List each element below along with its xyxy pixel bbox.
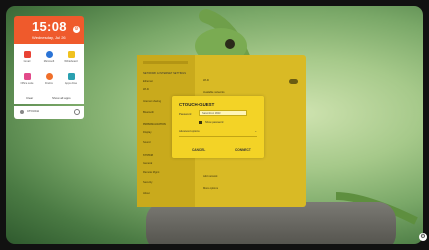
app-drive[interactable]: Apps drive <box>61 73 81 85</box>
microsoft-icon <box>45 51 53 58</box>
app-microsoft[interactable]: Microsoft <box>39 51 59 63</box>
sidebar-item-sound[interactable]: Sound <box>143 141 151 144</box>
dialog-title: CTOUCH-GUEST <box>179 102 215 107</box>
sidebar-item-display[interactable]: Display <box>143 131 152 134</box>
row-wifi: Wi-Fi <box>203 79 210 82</box>
advanced-options[interactable]: Advanced options <box>179 130 200 133</box>
app-label: Office suite <box>20 82 34 85</box>
user-card[interactable]: CTOUCH <box>14 106 84 119</box>
cancel-button[interactable]: CANCEL <box>192 148 205 152</box>
clock-date: Wednesday, Jul 26 <box>32 35 66 40</box>
settings-corner-icon[interactable]: ⚙ <box>419 233 427 241</box>
app-grid: Gmail Microsoft Whiteboard Office suite … <box>14 44 84 104</box>
sidebar-item-bluetooth[interactable]: Bluetooth <box>143 111 154 114</box>
app-label: Whiteboard <box>64 60 78 63</box>
whiteboard-icon <box>67 51 75 58</box>
settings-title: NETWORK & INTERNET SETTINGS <box>143 72 187 75</box>
section-personal: PERSONALIZATION <box>143 123 166 126</box>
firefox-icon <box>45 73 53 80</box>
app-office[interactable]: Office suite <box>17 73 37 85</box>
sidebar-item-wifi[interactable]: Wi-Fi <box>143 88 149 91</box>
wifi-password-dialog: CTOUCH-GUEST Password Saturnbo1 1823 Sho… <box>172 96 264 158</box>
section-system: SYSTEM <box>143 154 153 157</box>
app-label: Microsoft <box>43 60 55 63</box>
row-networks: Available networks <box>203 91 225 94</box>
connect-button[interactable]: CONNECT <box>235 148 251 152</box>
divider <box>179 136 257 137</box>
password-input[interactable]: Saturnbo1 1823 <box>199 110 247 116</box>
search-icon[interactable] <box>74 109 80 115</box>
app-whiteboard[interactable]: Whiteboard <box>61 51 81 63</box>
avatar <box>20 110 24 114</box>
desktop: 15:08 Wednesday, Jul 26 ⚙ Gmail Microsof… <box>0 0 429 250</box>
sidebar-item-security[interactable]: Security <box>143 181 152 184</box>
wifi-toggle[interactable] <box>289 79 298 84</box>
row-more[interactable]: More options <box>203 187 218 190</box>
sidebar-item-about[interactable]: About <box>143 192 150 195</box>
office-icon <box>23 73 31 80</box>
app-label: Gmail <box>23 60 31 63</box>
app-gmail[interactable]: Gmail <box>17 51 37 63</box>
password-label: Password <box>179 112 192 116</box>
clock-widget: 15:08 Wednesday, Jul 26 ⚙ <box>14 16 84 44</box>
user-name: CTOUCH <box>27 109 39 113</box>
drive-icon <box>67 73 75 80</box>
row-add[interactable]: Add network <box>203 175 217 178</box>
dock-right[interactable]: Show all apps <box>52 96 71 100</box>
sidebar-header <box>143 61 188 64</box>
sidebar-item-sharing[interactable]: Internet sharing <box>143 100 161 103</box>
chevron-down-icon[interactable]: ⌄ <box>254 129 257 133</box>
branch <box>146 202 396 244</box>
sidebar-item-general[interactable]: General <box>143 162 152 165</box>
app-label: Firefox <box>45 82 53 85</box>
gmail-icon <box>23 51 31 58</box>
gear-icon[interactable]: ⚙ <box>73 26 80 33</box>
sidebar-item-remote[interactable]: Remote Mgmt <box>143 171 159 174</box>
app-firefox[interactable]: Firefox <box>39 73 59 85</box>
app-label: Apps drive <box>64 82 78 85</box>
dock-left[interactable]: Clear <box>26 96 33 100</box>
clock-time: 15:08 <box>32 19 67 34</box>
show-password-label: Show password <box>205 121 224 124</box>
show-password-checkbox[interactable] <box>199 121 202 124</box>
sidebar-item-ethernet[interactable]: Ethernet <box>143 80 153 83</box>
